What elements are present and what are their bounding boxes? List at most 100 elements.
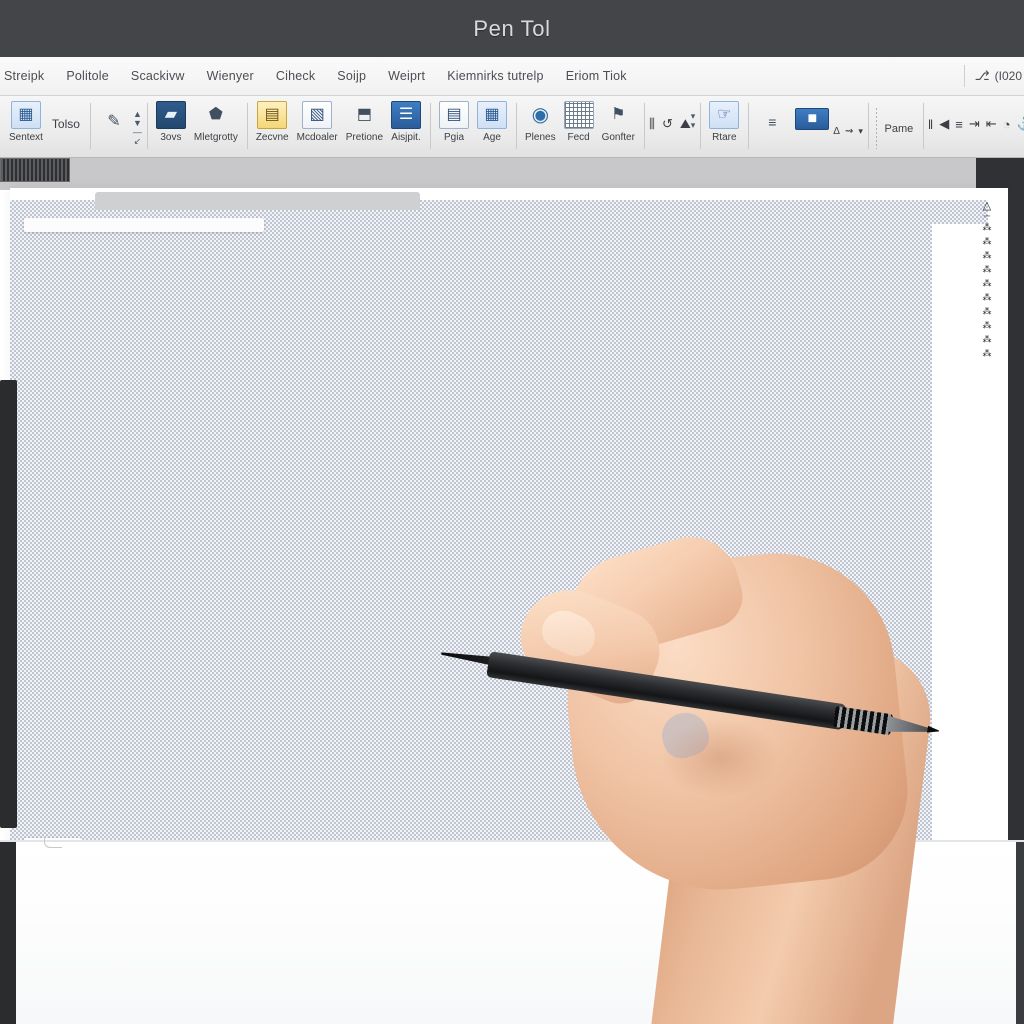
effects-dropdown-down-icon[interactable]: ▾ [691, 121, 696, 130]
ribbon-group-text-format: ≡ ■ Δ ⇝ ▾ [748, 96, 868, 157]
align-left-icon[interactable]: ⇥ [969, 116, 980, 132]
ribbon-arrange-row: ‖ ◀ ≡ ⇥ ⇤ ◔ ⚓ ▫ [928, 100, 1024, 132]
layout-grid-glyph: ▦ [484, 106, 500, 123]
picture-frame-icon[interactable]: ⛰ [680, 116, 691, 132]
tablet-top-band [0, 158, 1024, 190]
table-cells-icon: ▧ [302, 101, 333, 129]
ribbon-button-age[interactable]: ▦ Age [473, 100, 511, 143]
transparency-checker-canvas[interactable] [10, 200, 988, 872]
ribbon-button-mletgrotty[interactable]: ⬟ Mletgrotty [190, 100, 242, 144]
ribbon-group-pages: ▤ Pgia ▦ Age [430, 96, 516, 157]
layout-grid-icon: ▦ [477, 101, 508, 129]
canvas-tab-left[interactable] [24, 218, 264, 232]
menu-item-kiemnirks[interactable]: Kiemnirks tutrelp [436, 69, 555, 83]
ribbon-button-banner-card[interactable]: ■ [791, 100, 833, 130]
menu-item-eriom-tiok[interactable]: Eriom Tiok [555, 69, 638, 83]
ribbon-button-gonfter[interactable]: ⚑ Gonfter [598, 100, 639, 144]
ribbon-button-pretione[interactable]: ⬒ Pretione [342, 100, 387, 144]
image-frame-glyph: ▰ [164, 106, 178, 123]
effects-dropdown-up-icon[interactable]: ▾ [691, 112, 696, 121]
side-strip-item-8[interactable]: ⁂ [983, 321, 992, 330]
side-strip-item-5[interactable]: ⁂ [983, 279, 992, 288]
ribbon-button-3ovs[interactable]: ▰ 3ovs [152, 100, 190, 143]
ribbon-effects-row: ⫼ ↺ ⛰ [649, 100, 691, 132]
grid-select-icon: ▦ [10, 101, 41, 129]
ribbon-button-pame[interactable]: Pame [880, 100, 918, 135]
menu-bar: Streipk Politole Scackivw Wienyer Ciheck… [0, 57, 1024, 96]
ribbon-group-arrange: ‖ ◀ ≡ ⇥ ⇤ ◔ ⚓ ▫ [922, 96, 1024, 157]
color-swatch-icon[interactable]: Δ [833, 126, 840, 137]
halftone-grid-icon [563, 101, 594, 129]
page-note-glyph: ▤ [446, 106, 462, 123]
table-cells-glyph: ▧ [309, 106, 325, 123]
tablet-left-bezel [0, 380, 17, 828]
stepper-up-icon[interactable]: ▲ [133, 110, 142, 119]
ribbon-label-mcdoaler: Mcdoaler [296, 132, 338, 143]
side-strip-item-7[interactable]: ⁂ [983, 307, 992, 316]
columns-icon[interactable]: ‖ [928, 117, 933, 132]
ribbon-button-fecd[interactable]: Fecd [560, 100, 598, 143]
side-strip-item-4[interactable]: ⁂ [983, 265, 992, 274]
side-strip-item-9[interactable]: ⁂ [983, 335, 992, 344]
menu-item-wienyer[interactable]: Wienyer [196, 69, 265, 83]
desk-right-bezel [1016, 842, 1024, 1024]
ribbon-group-content: ▦ Sentext Tolso [0, 96, 90, 157]
list-panel-glyph: ☰ [398, 106, 414, 123]
side-strip-item-1[interactable]: ⁂ [983, 223, 992, 232]
align-right-icon[interactable]: ⇤ [986, 116, 997, 132]
side-strip-caption: pen [983, 213, 991, 218]
stepper-arrow-icon[interactable]: ↙ [134, 137, 142, 146]
menu-item-ciheck[interactable]: Ciheck [265, 69, 326, 83]
ribbon-label-sentext: Sentext [9, 132, 43, 143]
ribbon-label-pame: Pame [884, 123, 914, 135]
ribbon-button-tolso[interactable]: Tolso [47, 100, 85, 131]
ribbon-effects-stepper[interactable]: ▾ ▾ [691, 100, 696, 130]
side-strip-item-2[interactable]: ⁂ [983, 237, 992, 246]
window-titlebar: Pen Tol [0, 0, 1024, 57]
side-strip-item-10[interactable]: ⁂ [983, 349, 992, 358]
menu-item-streipk[interactable]: Streipk [0, 69, 55, 83]
ribbon-button-plenes[interactable]: ◉ Plenes [521, 100, 560, 143]
menu-item-politole[interactable]: Politole [55, 69, 120, 83]
ribbon-button-shape-pointer[interactable]: ✎ [95, 100, 133, 136]
ribbon-group-shapes: ◉ Plenes Fecd ⚑ Gonfter [516, 96, 644, 157]
bars-icon[interactable]: ≡ [955, 117, 963, 132]
ribbon-label-fecd: Fecd [567, 132, 590, 143]
ribbon-group-share: ☞ Rtare [700, 96, 748, 157]
chevron-down-icon[interactable]: ▾ [858, 126, 863, 137]
window-title: Pen Tol [473, 15, 551, 41]
squiggle-icon[interactable]: ⇝ [845, 126, 853, 137]
pen-nib-icon[interactable]: △ [983, 201, 991, 212]
menu-item-scackivw[interactable]: Scackivw [120, 69, 196, 83]
desk-surface [0, 842, 1024, 1024]
shapes-merge-icon: ⬟ [201, 101, 231, 129]
stepper-down-icon[interactable]: ▼ [133, 119, 142, 128]
image-frame-icon: ▰ [155, 101, 186, 129]
ribbon-button-pgia[interactable]: ▤ Pgia [435, 100, 473, 143]
side-strip-item-3[interactable]: ⁂ [983, 251, 992, 260]
ribbon-button-mcdoaler[interactable]: ▧ Mcdoaler [293, 100, 342, 143]
ribbon-toolbar: ▦ Sentext Tolso ✎ ▲ ▼ — ↙ ▰ 3ovs ⬟ Mletg… [0, 96, 1024, 158]
ribbon-button-align-text[interactable]: ≡ [753, 100, 791, 136]
equalizer-icon[interactable]: ⫼ [649, 116, 655, 132]
ribbon-button-aisjpit[interactable]: ☰ Aisjpit. [387, 100, 425, 143]
play-back-icon[interactable]: ◀ [939, 116, 949, 132]
stepper-line-icon[interactable]: — [133, 128, 142, 137]
ribbon-button-sentext[interactable]: ▦ Sentext [5, 100, 47, 143]
flip-shape-icon[interactable]: ↺ [662, 116, 673, 132]
side-strip-item-6[interactable]: ⁂ [983, 293, 992, 302]
ribbon-button-rtare[interactable]: ☞ Rtare [705, 100, 743, 143]
ribbon-label-pgia: Pgia [444, 132, 465, 143]
menu-item-weiprt[interactable]: Weiprt [377, 69, 436, 83]
anchor-icon[interactable]: ⚓ [1017, 116, 1024, 132]
page-note-icon: ▤ [439, 101, 470, 129]
zoom-value[interactable]: (I020 [995, 69, 1022, 83]
align-text-icon: ≡ [757, 108, 787, 136]
clock-icon[interactable]: ◔ [1003, 117, 1011, 132]
ribbon-group-shape-tools: ✎ ▲ ▼ — ↙ [89, 96, 147, 157]
pen-cursor-icon[interactable]: ⎇ [975, 68, 990, 84]
menu-item-soijp[interactable]: Soijp [326, 69, 377, 83]
ribbon-label-rtare: Rtare [712, 132, 737, 143]
ribbon-stepper-shape[interactable]: ▲ ▼ — ↙ [133, 100, 142, 146]
ribbon-button-zecvne[interactable]: ▤ Zecvne [252, 100, 293, 143]
